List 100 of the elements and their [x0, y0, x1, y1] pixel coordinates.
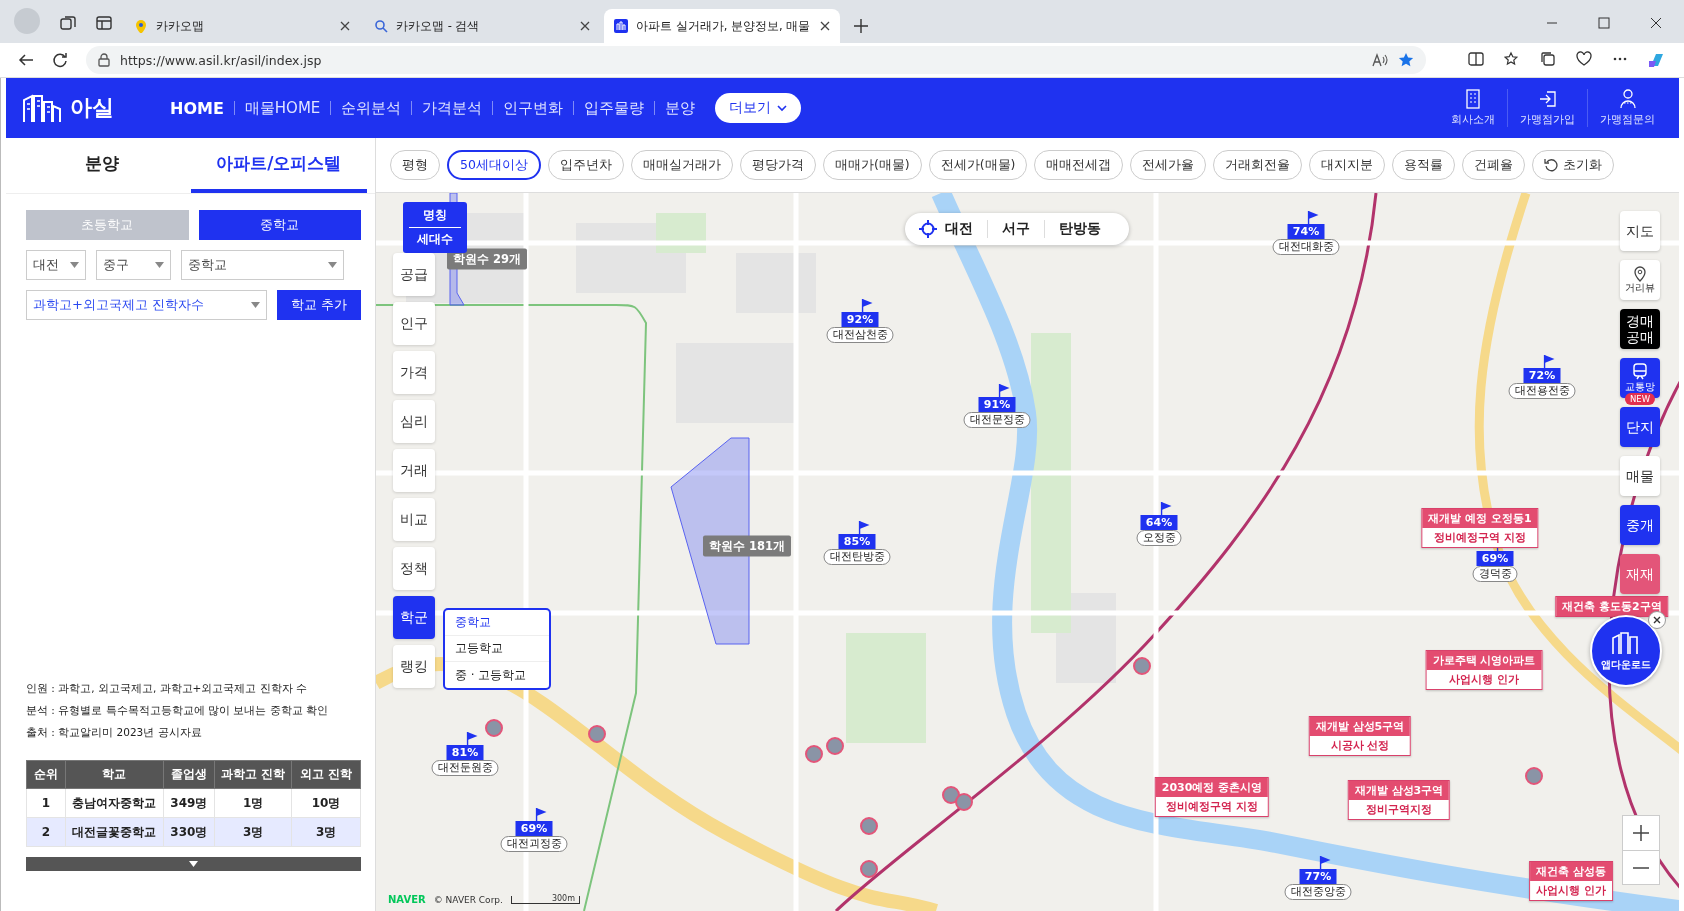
header-link[interactable]: 가맹점문의: [1587, 89, 1667, 127]
map-menu-button[interactable]: 가격: [393, 351, 435, 394]
map-menu-button[interactable]: 심리: [393, 400, 435, 443]
nav-link[interactable]: 순위분석: [331, 98, 412, 118]
redevelopment-label[interactable]: 재개발 삼성5구역 시공사 선정: [1308, 716, 1412, 756]
school-name-label[interactable]: 대전괴정중: [500, 836, 568, 852]
dropdown-field[interactable]: 중학교: [181, 250, 344, 280]
school-name-label[interactable]: 대전탄방중: [823, 549, 891, 565]
school-name-label[interactable]: 대전문정중: [963, 412, 1031, 428]
filter-chip[interactable]: 평형: [390, 150, 440, 180]
map-menu-button[interactable]: 학군: [393, 596, 435, 639]
nav-link[interactable]: 가격분석: [412, 98, 493, 118]
menu-item[interactable]: 중학교: [445, 610, 549, 636]
collections-icon[interactable]: [1540, 51, 1556, 67]
maximize-icon[interactable]: [1598, 17, 1610, 29]
filter-chip[interactable]: 전세가율: [1130, 150, 1207, 180]
nav-link[interactable]: HOME: [160, 98, 234, 118]
filter-chip[interactable]: 매매가(매물): [822, 150, 922, 180]
tabs-icon[interactable]: [60, 15, 76, 31]
close-icon[interactable]: [820, 21, 830, 31]
map-menu-button[interactable]: 랭킹: [393, 645, 435, 688]
filter-chip[interactable]: 건폐율: [1462, 150, 1526, 180]
redevelopment-label[interactable]: 2030예정 중촌시영 정비예정구역 지정: [1154, 777, 1270, 817]
map-layer-button[interactable]: 단지: [1620, 407, 1660, 447]
reset-button[interactable]: 초기화: [1532, 150, 1615, 180]
header-link[interactable]: 가맹점가입: [1507, 89, 1587, 127]
map-layer-button[interactable]: 지도: [1620, 211, 1660, 251]
header-link[interactable]: 회사소개: [1439, 89, 1507, 127]
chevron-down-icon: [777, 104, 788, 112]
redevelopment-label[interactable]: 재건축 삼성동 사업시행 인가: [1529, 861, 1613, 901]
filter-chip[interactable]: 거래회전율: [1213, 150, 1303, 180]
map-menu-button[interactable]: 인구: [393, 302, 435, 345]
map-menu-button[interactable]: 거래: [393, 449, 435, 492]
add-school-button[interactable]: 학교 추가: [277, 290, 361, 320]
split-screen-icon[interactable]: [1468, 51, 1484, 67]
academy-count-label: 학원수 29개: [447, 248, 527, 270]
sidebar-icon[interactable]: [96, 15, 112, 31]
map-menu-button[interactable]: 비교: [393, 498, 435, 541]
refresh-icon[interactable]: [52, 52, 68, 68]
map-layer-button[interactable]: 거리뷰: [1620, 260, 1660, 300]
dropdown-field[interactable]: 대전: [26, 250, 86, 280]
filter-chip[interactable]: 평당가격: [739, 150, 816, 180]
label-toggle[interactable]: 명칭 세대수: [403, 202, 467, 253]
dropdown-field[interactable]: 중구: [96, 250, 171, 280]
school-name-label[interactable]: 오정중: [1136, 530, 1182, 546]
redevelopment-label[interactable]: 가로주택 시영아파트 사업시행 인가: [1425, 650, 1543, 690]
browser-tab[interactable]: 카카오맵: [124, 9, 360, 43]
nav-link[interactable]: 매물HOME: [234, 98, 331, 118]
new-tab-icon[interactable]: [854, 19, 868, 33]
filter-chip[interactable]: 50세대이상: [447, 150, 541, 180]
menu-item[interactable]: 중 · 고등학교: [445, 662, 549, 688]
filter-chip[interactable]: 전세가(매물): [928, 150, 1028, 180]
table-cell: 대전글꽃중학교: [65, 817, 164, 847]
map-menu-button[interactable]: 공급: [393, 253, 435, 296]
map-layer-button[interactable]: 재재: [1620, 554, 1660, 594]
school-name-label[interactable]: 대전삼천중: [826, 327, 894, 343]
close-icon[interactable]: [1650, 17, 1662, 29]
nav-link[interactable]: 인구변화: [493, 98, 574, 118]
lock-icon: [98, 53, 110, 67]
filter-chip[interactable]: 입주년차: [547, 150, 624, 180]
school-name-label[interactable]: 경덕중: [1472, 566, 1518, 582]
location-button[interactable]: 서구: [987, 220, 1044, 238]
filter-chip[interactable]: 매매실거래가: [630, 150, 733, 180]
map-layer-button[interactable]: 중개: [1620, 505, 1660, 545]
school-name-label[interactable]: 대전용전중: [1508, 383, 1576, 399]
map-layer-button[interactable]: 경매 공매: [1620, 309, 1660, 349]
school-name-label[interactable]: 대전중앙중: [1284, 884, 1352, 900]
table-cell: 1: [26, 788, 66, 818]
close-icon[interactable]: [340, 21, 350, 31]
redevelopment-label[interactable]: 재개발 삼성3구역 정비구역지정: [1347, 780, 1451, 820]
location-button[interactable]: 대전: [919, 220, 987, 238]
category-tab[interactable]: 아파트/오피스텔: [190, 138, 367, 193]
filter-chip[interactable]: 대지지분: [1309, 150, 1386, 180]
location-button[interactable]: 탄방동: [1044, 220, 1115, 238]
star-icon[interactable]: [1398, 52, 1414, 68]
back-icon[interactable]: [18, 52, 34, 68]
filter-chip[interactable]: 용적률: [1392, 150, 1456, 180]
favorites-icon[interactable]: [1504, 51, 1520, 67]
redevelopment-label[interactable]: 재개발 예정 오정동1 정비예정구역 지정: [1421, 508, 1539, 548]
browser-tab[interactable]: 아파트 실거래가, 분양정보, 매물: [604, 9, 840, 43]
close-icon[interactable]: [580, 21, 590, 31]
logo-text[interactable]: 아실: [70, 93, 114, 123]
category-tab[interactable]: 분양: [14, 138, 191, 193]
school-name-label[interactable]: 대전둔원중: [431, 760, 499, 776]
heart-icon[interactable]: [1576, 51, 1592, 67]
nav-link[interactable]: 분양: [655, 98, 706, 118]
browser-tab[interactable]: 카카오맵 - 검색: [364, 9, 600, 43]
dropdown-field[interactable]: 과학고+외고국제고 진학자수: [26, 290, 267, 320]
school-type-button[interactable]: 중학교: [198, 210, 361, 240]
menu-item[interactable]: 고등학교: [445, 636, 549, 662]
more-button[interactable]: 더보기: [715, 93, 802, 123]
map-menu-button[interactable]: 정책: [393, 547, 435, 590]
logo-icon[interactable]: [22, 92, 62, 124]
school-name-label[interactable]: 대전대화중: [1272, 239, 1340, 255]
address-bar[interactable]: https://www.asil.kr/asil/index.jsp: [86, 46, 1426, 74]
nav-link[interactable]: 입주물량: [574, 98, 655, 118]
redevelopment-label[interactable]: 재건축 홍도동2구역: [1555, 596, 1669, 617]
map-layer-button[interactable]: 매물: [1620, 456, 1660, 496]
read-aloud-icon[interactable]: [1372, 53, 1388, 67]
filter-chip[interactable]: 매매전세갭: [1034, 150, 1124, 180]
